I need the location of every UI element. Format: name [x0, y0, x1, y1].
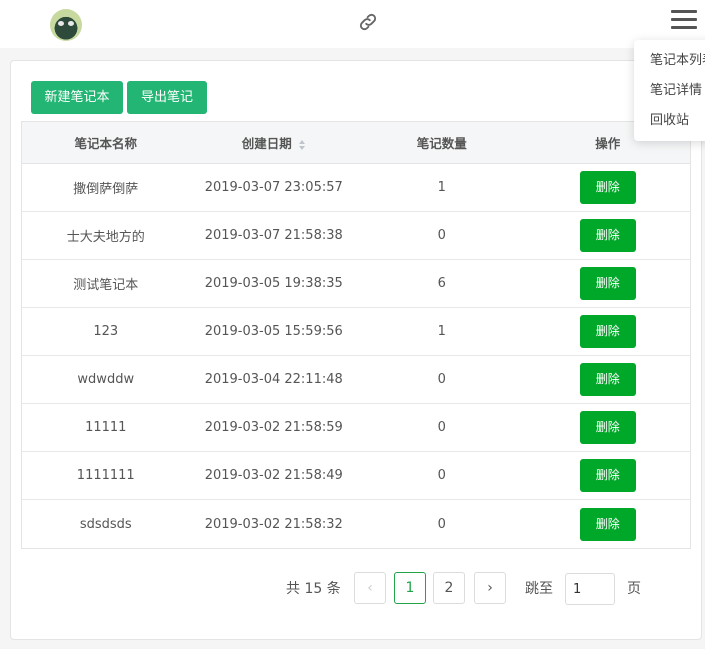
table-row: 11111 2019-03-02 21:58:59 0 删除: [22, 404, 690, 452]
pagination-total: 共 15 条: [286, 581, 341, 597]
table-header: 笔记本名称 创建日期 笔记数量 操作: [22, 122, 690, 164]
delete-button[interactable]: 删除: [579, 363, 636, 396]
new-notebook-button[interactable]: 新建笔记本: [31, 81, 123, 114]
note-count: 1: [437, 324, 446, 339]
created-date: 2019-03-05 19:38:35: [204, 276, 343, 291]
notebook-name: 撒倒萨倒萨: [73, 182, 139, 197]
note-count: 6: [437, 276, 446, 291]
header-date-label: 创建日期: [241, 136, 292, 151]
jump-label: 跳至: [525, 581, 553, 597]
page-button-2[interactable]: 2: [433, 572, 465, 604]
notebook-name: 测试笔记本: [73, 278, 139, 293]
page-suffix-label: 页: [627, 581, 641, 597]
page-button-1[interactable]: 1: [394, 572, 426, 604]
table-row: sdsdsds 2019-03-02 21:58:32 0 删除: [22, 500, 690, 548]
top-bar: [0, 0, 705, 48]
menu-item-notebook-list[interactable]: 笔记本列表: [634, 48, 705, 78]
menu-item-trash[interactable]: 回收站: [634, 108, 705, 138]
table-row: 测试笔记本 2019-03-05 19:38:35 6 删除: [22, 260, 690, 308]
nav-dropdown-menu: 笔记本列表 笔记详情 回收站: [634, 40, 705, 141]
notebook-card: 新建笔记本 导出笔记 笔记本名称 创建日期 笔记数量 操作 撒倒萨倒萨 2019…: [10, 60, 702, 640]
next-page-button[interactable]: ›: [474, 572, 506, 604]
header-count: 笔记数量: [416, 136, 467, 151]
link-icon[interactable]: [357, 11, 379, 33]
created-date: 2019-03-07 23:05:57: [204, 180, 343, 195]
notebook-name: 士大夫地方的: [66, 230, 145, 245]
notebook-name: wdwddw: [77, 372, 135, 387]
created-date: 2019-03-04 22:11:48: [204, 372, 343, 387]
created-date: 2019-03-02 21:58:59: [204, 420, 343, 435]
delete-button[interactable]: 删除: [579, 267, 636, 300]
table-row: wdwddw 2019-03-04 22:11:48 0 删除: [22, 356, 690, 404]
note-count: 0: [437, 468, 446, 483]
table-row: 1111111 2019-03-02 21:58:49 0 删除: [22, 452, 690, 500]
notebook-name: 123: [93, 324, 119, 339]
created-date: 2019-03-07 21:58:38: [204, 228, 343, 243]
table-row: 士大夫地方的 2019-03-07 21:58:38 0 删除: [22, 212, 690, 260]
header-name: 笔记本名称: [74, 136, 137, 151]
note-count: 0: [437, 516, 446, 532]
sort-arrows-icon[interactable]: [298, 139, 306, 151]
prev-page-button[interactable]: ‹: [354, 572, 386, 604]
table-row: 123 2019-03-05 15:59:56 1 删除: [22, 308, 690, 356]
delete-button[interactable]: 删除: [579, 171, 636, 204]
delete-button[interactable]: 删除: [579, 507, 636, 541]
frog-avatar-icon[interactable]: [50, 9, 82, 41]
notebook-name: 11111: [85, 420, 127, 435]
menu-item-note-detail[interactable]: 笔记详情: [634, 78, 705, 108]
note-count: 0: [437, 420, 446, 435]
notebook-name: 1111111: [76, 468, 135, 483]
created-date: 2019-03-02 21:58:32: [204, 516, 343, 532]
header-date[interactable]: 创建日期: [190, 133, 359, 152]
note-count: 1: [437, 180, 446, 195]
jump-page-input[interactable]: [565, 573, 615, 605]
note-count: 0: [437, 372, 446, 387]
notebook-name: sdsdsds: [79, 516, 132, 532]
export-notes-button[interactable]: 导出笔记: [127, 81, 207, 114]
created-date: 2019-03-02 21:58:49: [204, 468, 343, 483]
delete-button[interactable]: 删除: [579, 459, 636, 492]
delete-button[interactable]: 删除: [579, 219, 636, 252]
table-row: 撒倒萨倒萨 2019-03-07 23:05:57 1 删除: [22, 164, 690, 212]
hamburger-menu-icon[interactable]: [670, 8, 698, 32]
delete-button[interactable]: 删除: [579, 315, 636, 348]
delete-button[interactable]: 删除: [579, 411, 636, 444]
created-date: 2019-03-05 15:59:56: [204, 324, 343, 339]
note-count: 0: [437, 228, 446, 243]
notebook-table: 笔记本名称 创建日期 笔记数量 操作 撒倒萨倒萨 2019-03-07 23:0…: [21, 121, 691, 549]
